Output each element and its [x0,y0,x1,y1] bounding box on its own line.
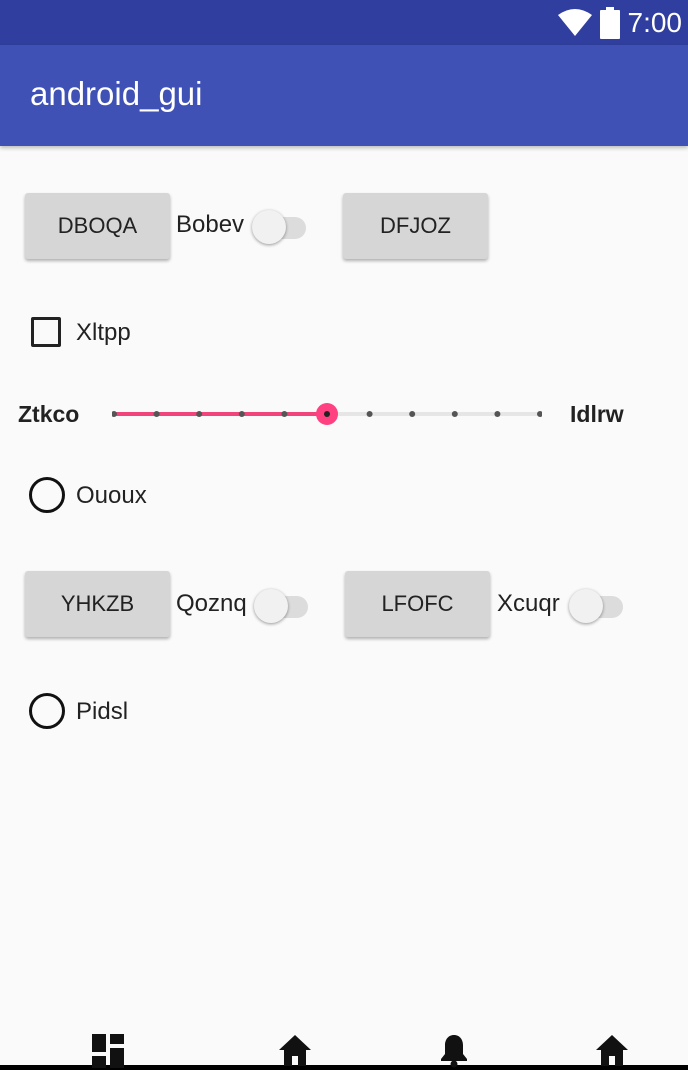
seekbar-tick [238,411,245,417]
switch-thumb [252,210,286,244]
home-icon[interactable] [594,1032,630,1068]
seekbar-tick [281,411,288,417]
dfjoz-button[interactable]: DFJOZ [343,193,488,259]
seekbar-right-label: Idlrw [570,401,624,427]
seekbar-tick [366,411,373,417]
ououx-radio[interactable] [29,477,65,513]
seekbar-left-label: Ztkco [18,401,80,427]
xcuqr-switch[interactable] [569,585,623,623]
ououx-radio-label: Ououx [76,482,147,509]
bobev-switch[interactable] [252,206,306,244]
yhkzb-button[interactable]: YHKZB [25,571,170,637]
bottom-navigation [0,1022,688,1070]
switch-thumb [254,589,288,623]
notifications-icon[interactable] [436,1032,472,1068]
xltpp-checkbox-label: Xltpp [76,319,131,346]
seekbar-tick [196,411,203,417]
pidsl-radio-label: Pidsl [76,698,129,725]
battery-icon [599,7,620,39]
seekbar-tick [112,411,117,417]
seekbar-tick [409,411,416,417]
status-bar: 7:00 [0,0,688,45]
qoznq-switch-label: Qoznq [176,590,247,617]
seekbar[interactable] [112,400,542,428]
dashboard-icon[interactable] [90,1032,126,1068]
xltpp-checkbox[interactable] [31,317,61,347]
qoznq-switch[interactable] [254,585,308,623]
home-icon[interactable] [277,1032,313,1068]
xcuqr-switch-label: Xcuqr [497,590,560,617]
app-title: android_gui [30,75,203,112]
lfofc-button[interactable]: LFOFC [345,571,490,637]
seekbar-tick [153,411,160,417]
dboqa-button[interactable]: DBOQA [25,193,170,259]
status-time: 7:00 [627,7,683,38]
status-icons: 7:00 [557,6,683,40]
seekbar-tick [451,411,458,417]
app-bar: android_gui [0,45,688,146]
bobev-switch-label: Bobev [176,211,245,238]
seekbar-tick [494,411,501,417]
wifi-icon [557,9,592,36]
seekbar-thumb-tick [324,411,330,417]
pidsl-radio[interactable] [29,693,65,729]
switch-thumb [569,589,603,623]
seekbar-tick [537,411,542,417]
